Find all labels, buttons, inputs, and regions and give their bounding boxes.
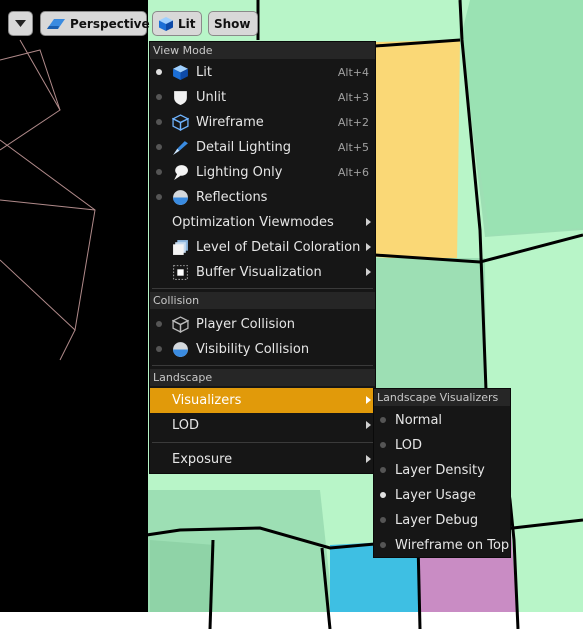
perspective-icon — [47, 18, 65, 29]
submenu-item-layer-density[interactable]: Layer Density — [374, 458, 510, 483]
buffer-visualization-icon — [173, 265, 188, 280]
menu-item-label: Exposure — [172, 452, 233, 467]
menu-item-label: Wireframe — [196, 115, 264, 130]
menu-divider — [152, 365, 373, 366]
view-mode-menu: View Mode Lit Alt+4 Unlit Alt+3 Wirefram… — [149, 41, 376, 474]
visibility-collision-icon — [173, 342, 188, 357]
menu-item-reflections[interactable]: Reflections — [150, 185, 375, 210]
radio-unselected-icon — [156, 321, 162, 327]
menu-item-buffer-visualization[interactable]: Buffer Visualization — [150, 260, 375, 285]
radio-unselected-icon — [380, 517, 386, 523]
menu-item-label: Level of Detail Coloration — [196, 240, 361, 255]
radio-unselected-icon — [380, 442, 386, 448]
shortcut-text: Alt+4 — [337, 66, 369, 79]
view-mode-label: Lit — [178, 16, 196, 31]
shortcut-text: Alt+2 — [337, 116, 369, 129]
menu-item-level-of-detail-coloration[interactable]: Level of Detail Coloration — [150, 235, 375, 260]
landscape-visualizers-submenu: Landscape Visualizers Normal LOD Layer D… — [373, 388, 511, 558]
reflections-sphere-icon — [173, 190, 188, 205]
player-collision-icon — [172, 316, 189, 333]
menu-item-label: Reflections — [196, 190, 268, 205]
lod-coloration-icon — [173, 240, 188, 255]
menu-item-label: Lit — [196, 65, 212, 80]
landscape-region — [0, 612, 583, 629]
menu-item-visualizers[interactable]: Visualizers — [150, 388, 375, 413]
menu-item-exposure[interactable]: Exposure — [150, 447, 375, 472]
submenu-item-lod[interactable]: LOD — [374, 433, 510, 458]
menu-item-label: Visibility Collision — [196, 342, 310, 357]
view-mode-header: View Mode — [150, 42, 375, 59]
detail-lighting-icon — [173, 141, 188, 155]
menu-item-label: Player Collision — [196, 317, 296, 332]
submenu-item-layer-usage[interactable]: Layer Usage — [374, 483, 510, 508]
menu-item-label: Layer Debug — [395, 513, 479, 528]
menu-item-label: Layer Density — [395, 463, 485, 478]
menu-item-label: Unlit — [196, 90, 227, 105]
shortcut-text: Alt+6 — [337, 166, 369, 179]
menu-item-wireframe[interactable]: Wireframe Alt+2 — [150, 110, 375, 135]
collision-header: Collision — [150, 292, 375, 309]
shortcut-text: Alt+5 — [337, 141, 369, 154]
radio-unselected-icon — [156, 94, 162, 100]
submenu-item-layer-debug[interactable]: Layer Debug — [374, 508, 510, 533]
perspective-label: Perspective — [70, 16, 150, 31]
menu-item-optimization-viewmodes[interactable]: Optimization Viewmodes — [150, 210, 375, 235]
menu-item-label: Normal — [395, 413, 443, 428]
radio-unselected-icon — [156, 346, 162, 352]
perspective-button[interactable]: Perspective — [40, 11, 150, 36]
menu-item-label: LOD — [395, 438, 423, 453]
view-mode-button[interactable]: Lit — [152, 11, 202, 36]
menu-item-label: Layer Usage — [395, 488, 476, 503]
menu-item-label: Lighting Only — [196, 165, 283, 180]
menu-divider — [152, 288, 373, 289]
radio-unselected-icon — [156, 119, 162, 125]
show-button[interactable]: Show — [208, 11, 258, 36]
landscape-region — [375, 40, 460, 262]
menu-item-label: LOD — [172, 418, 200, 433]
menu-item-detail-lighting[interactable]: Detail Lighting Alt+5 — [150, 135, 375, 160]
submenu-item-normal[interactable]: Normal — [374, 408, 510, 433]
menu-item-visibility-collision[interactable]: Visibility Collision — [150, 337, 375, 362]
radio-unselected-icon — [156, 144, 162, 150]
submenu-arrow-icon — [366, 243, 371, 251]
viewport-options-button[interactable] — [8, 11, 33, 36]
radio-unselected-icon — [156, 194, 162, 200]
lighting-only-icon — [174, 165, 188, 180]
landscape-header: Landscape — [150, 369, 375, 386]
menu-item-unlit[interactable]: Unlit Alt+3 — [150, 85, 375, 110]
menu-item-label: Detail Lighting — [196, 140, 291, 155]
viewport[interactable]: Perspective Lit Show View Mode Lit Alt+4… — [0, 0, 583, 629]
lit-cube-icon — [159, 16, 173, 31]
landscape-region — [375, 258, 486, 388]
radio-unselected-icon — [380, 542, 386, 548]
menu-item-lit[interactable]: Lit Alt+4 — [150, 60, 375, 85]
menu-item-player-collision[interactable]: Player Collision — [150, 312, 375, 337]
radio-selected-icon — [156, 69, 162, 75]
wireframe-cube-icon — [172, 114, 189, 131]
submenu-arrow-icon — [366, 455, 371, 463]
submenu-arrow-icon — [366, 396, 371, 404]
show-label: Show — [214, 16, 251, 31]
menu-divider — [152, 442, 373, 443]
menu-item-lod[interactable]: LOD — [150, 413, 375, 438]
lit-cube-icon — [173, 65, 188, 80]
radio-unselected-icon — [380, 467, 386, 473]
menu-item-label: Wireframe on Top — [395, 538, 510, 553]
submenu-item-wireframe-on-top[interactable]: Wireframe on Top — [374, 533, 510, 558]
menu-item-label: Optimization Viewmodes — [172, 215, 334, 230]
shortcut-text: Alt+3 — [337, 91, 369, 104]
radio-unselected-icon — [380, 417, 386, 423]
chevron-down-icon — [15, 20, 26, 27]
unlit-shield-icon — [174, 91, 187, 105]
radio-selected-icon — [380, 492, 386, 498]
submenu-arrow-icon — [366, 421, 371, 429]
radio-unselected-icon — [156, 169, 162, 175]
menu-item-label: Visualizers — [172, 393, 242, 408]
submenu-arrow-icon — [366, 218, 371, 226]
menu-item-lighting-only[interactable]: Lighting Only Alt+6 — [150, 160, 375, 185]
landscape-visualizers-header: Landscape Visualizers — [374, 389, 510, 406]
submenu-arrow-icon — [366, 268, 371, 276]
menu-item-label: Buffer Visualization — [196, 265, 322, 280]
